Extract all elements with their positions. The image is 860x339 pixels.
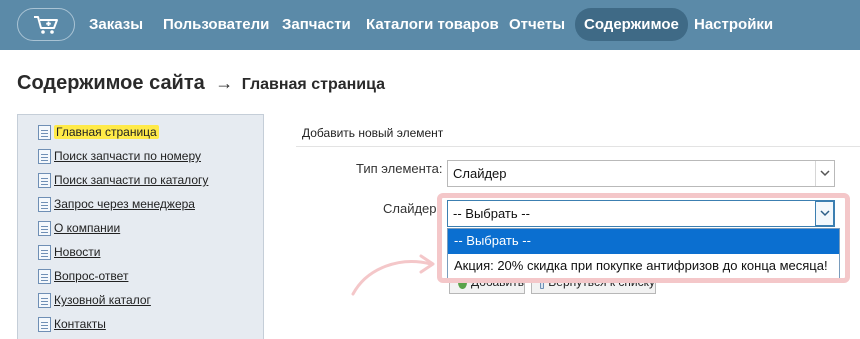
annotation-highlight-box [437,193,850,283]
nav-content[interactable]: Содержимое [575,8,688,41]
page-icon [38,292,51,308]
page-icon [38,268,51,284]
tree-item-label: Поиск запчасти по номеру [54,149,201,163]
nav-catalogs[interactable]: Каталоги товаров [366,8,499,41]
type-select-value: Слайдер [453,166,507,181]
nav-reports[interactable]: Отчеты [509,8,565,41]
page-title-main: Содержимое сайта [17,72,205,94]
tree-item-label: Вопрос-ответ [54,269,129,283]
top-nav: Заказы Пользователи Запчасти Каталоги то… [0,0,860,50]
tree-item-label: О компании [54,221,121,235]
nav-orders[interactable]: Заказы [89,8,143,41]
cart-icon [34,15,58,34]
page-icon [38,244,51,260]
slider-label: Слайдер: [383,201,441,216]
tree-item-manager-request[interactable]: Запрос через менеджера [38,196,195,212]
tree-item-label: Главная страница [54,125,159,139]
page-title: Содержимое сайта → Главная страница [17,72,385,95]
tree-item-home[interactable]: Главная страница [38,124,159,140]
page-icon [38,148,51,164]
page-icon [38,220,51,236]
form-heading: Добавить новый элемент [302,126,444,140]
nav-parts[interactable]: Запчасти [282,8,351,41]
nav-users[interactable]: Пользователи [163,8,269,41]
type-label: Тип элемента: [356,161,443,176]
divider [296,146,860,147]
page-icon [38,124,51,140]
nav-settings[interactable]: Настройки [694,8,773,41]
type-select[interactable]: Слайдер [447,160,835,187]
tree-item-label: Запрос через менеджера [54,197,195,211]
tree-item-faq[interactable]: Вопрос-ответ [38,268,128,284]
tree-item-label: Новости [54,245,101,259]
tree-item-news[interactable]: Новости [38,244,100,260]
tree-item-body-catalog[interactable]: Кузовной каталог [38,292,151,308]
tree-item-label: Поиск запчасти по каталогу [54,173,209,187]
tree-item-search-catalog[interactable]: Поиск запчасти по каталогу [38,172,208,188]
chevron-down-icon [815,161,834,186]
title-arrow: → [215,73,234,93]
content-tree: Главная страница Поиск запчасти по номер… [17,114,264,339]
page-icon [38,172,51,188]
page-icon [38,316,51,332]
page-icon [38,196,51,212]
cart-button[interactable] [17,8,75,41]
tree-item-label: Кузовной каталог [54,293,151,307]
tree-item-contacts[interactable]: Контакты [38,316,106,332]
tree-item-about[interactable]: О компании [38,220,120,236]
curved-arrow-icon [351,254,435,296]
tree-item-search-number[interactable]: Поиск запчасти по номеру [38,148,201,164]
tree-item-label: Контакты [54,317,106,331]
page-subtitle: Главная страница [241,76,386,93]
